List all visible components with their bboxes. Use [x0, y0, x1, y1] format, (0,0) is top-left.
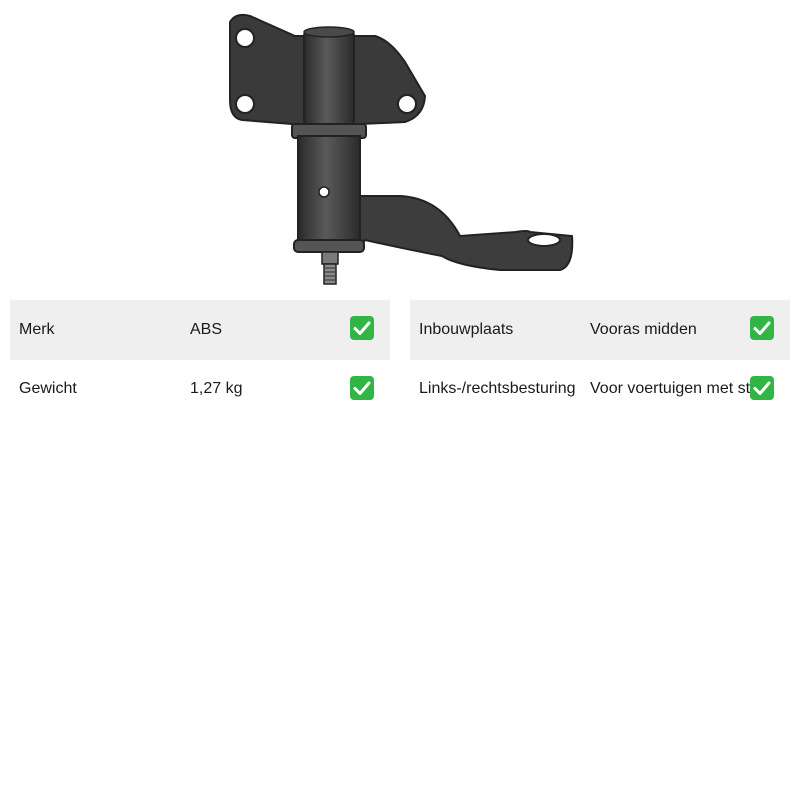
- check-icon: [750, 376, 774, 400]
- spec-row-weight: Gewicht 1,27 kg: [10, 360, 390, 420]
- spec-value: ABS: [190, 321, 223, 338]
- spec-row-brand: Merk ABS: [10, 300, 390, 360]
- spec-table-left: Merk ABS Gewicht 1,27 kg: [10, 300, 390, 420]
- spec-value: 1,27 kg: [190, 380, 243, 397]
- spec-value: Vooras midden: [590, 321, 697, 338]
- spec-row-steering-side: Links-/rechtsbesturing Voor voertuigen m…: [410, 360, 790, 420]
- product-image: [200, 0, 600, 290]
- spec-label: Merk: [19, 321, 55, 338]
- check-icon: [350, 376, 374, 400]
- spec-label: Inbouwplaats: [419, 321, 514, 338]
- check-icon: [750, 316, 774, 340]
- check-icon: [350, 316, 374, 340]
- spec-row-mounting-position: Inbouwplaats Vooras midden: [410, 300, 790, 360]
- spec-table-right: Inbouwplaats Vooras midden Links-/rechts…: [410, 300, 790, 420]
- spec-label: Links-/rechtsbesturing: [419, 380, 576, 397]
- spec-label: Gewicht: [19, 380, 77, 397]
- idler-arm-image: [229, 13, 574, 285]
